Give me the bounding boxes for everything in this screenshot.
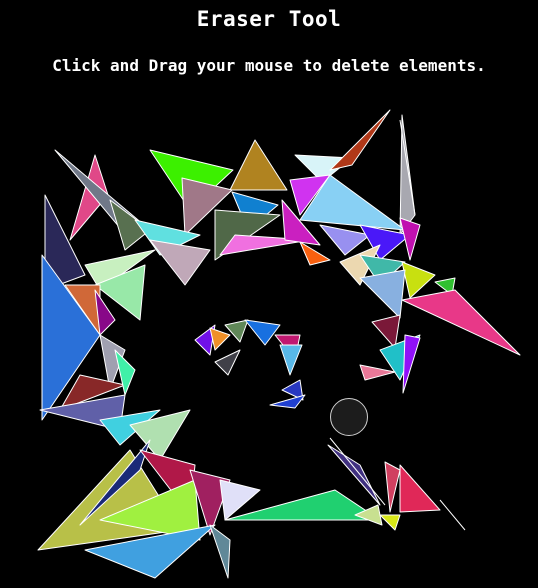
shape-triangle[interactable] bbox=[401, 261, 436, 299]
shape-triangle[interactable] bbox=[401, 289, 521, 356]
shape-triangle[interactable] bbox=[359, 269, 406, 319]
shape-triangle[interactable] bbox=[299, 241, 331, 266]
shape-triangle[interactable] bbox=[229, 139, 288, 191]
eraser-cursor-icon bbox=[330, 398, 368, 436]
shape-triangle[interactable] bbox=[379, 514, 401, 531]
drawing-canvas[interactable] bbox=[0, 0, 538, 588]
shape-triangle[interactable] bbox=[149, 239, 211, 286]
shape-triangle[interactable] bbox=[244, 319, 281, 346]
shape-triangle[interactable] bbox=[269, 394, 306, 409]
shape-triangle[interactable] bbox=[371, 314, 401, 349]
shape-triangle[interactable] bbox=[384, 461, 401, 513]
shape-triangle[interactable] bbox=[329, 109, 391, 171]
shape-triangle[interactable] bbox=[279, 344, 303, 376]
shape-triangle[interactable] bbox=[402, 334, 421, 394]
shape-triangle[interactable] bbox=[209, 327, 231, 351]
shape-triangle[interactable] bbox=[214, 349, 241, 376]
shape-triangle[interactable] bbox=[224, 319, 249, 343]
shape-triangle[interactable] bbox=[399, 464, 441, 513]
shape-triangle[interactable] bbox=[359, 364, 396, 381]
shape-triangle[interactable] bbox=[209, 524, 231, 579]
shape-triangle[interactable] bbox=[114, 349, 136, 396]
